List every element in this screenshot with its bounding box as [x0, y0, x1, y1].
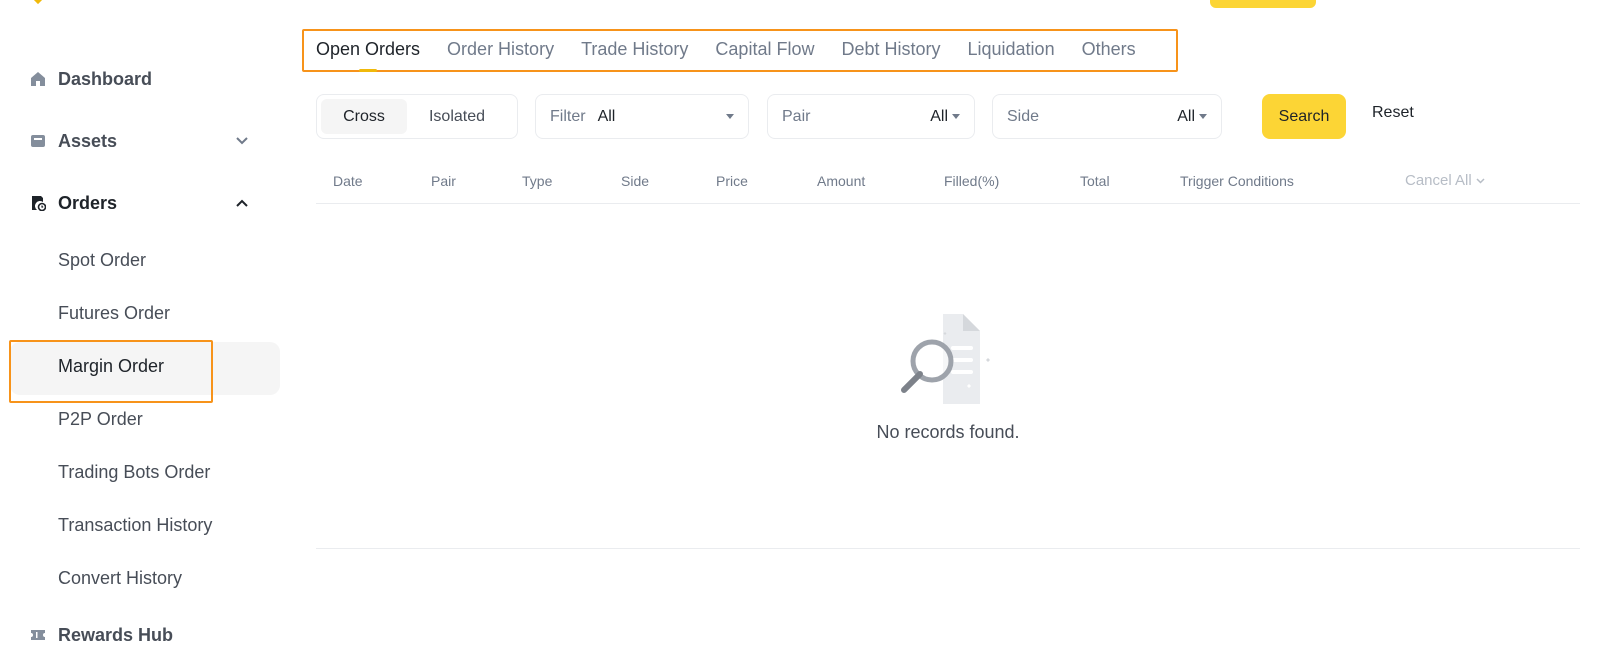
column-header-trigger-conditions: Trigger Conditions — [1180, 173, 1294, 189]
cancel-all-button[interactable]: Cancel All — [1405, 172, 1485, 189]
column-header-filled: Filled(%) — [944, 173, 1000, 189]
chevron-up-icon[interactable] — [234, 195, 250, 211]
tab-liquidation[interactable]: Liquidation — [968, 39, 1055, 60]
wallet-icon — [30, 133, 46, 149]
column-header-pair: Pair — [431, 173, 456, 189]
column-header-total: Total — [1080, 173, 1110, 189]
empty-state: No records found. — [0, 422, 1600, 443]
tab-debt-history[interactable]: Debt History — [841, 39, 940, 60]
caret-down-icon — [1199, 114, 1207, 119]
caret-down-icon — [952, 114, 960, 119]
chevron-down-icon[interactable] — [234, 133, 250, 149]
column-header-date: Date — [333, 173, 363, 189]
sidebar-subitem-spot-order[interactable]: Spot Order — [58, 240, 146, 280]
no-records-text: No records found. — [876, 422, 1020, 442]
column-header-amount: Amount — [817, 173, 866, 189]
top-header-button[interactable] — [1210, 0, 1316, 8]
no-records-icon — [901, 314, 990, 404]
tab-others[interactable]: Others — [1082, 39, 1136, 60]
isolated-toggle[interactable]: Isolated — [407, 99, 507, 134]
sidebar-subitem-trading-bots-order[interactable]: Trading Bots Order — [58, 452, 210, 492]
sidebar-item-rewards-hub[interactable]: Rewards Hub — [30, 613, 250, 657]
reset-button[interactable]: Reset — [1372, 104, 1414, 122]
tab-order-history[interactable]: Order History — [447, 39, 554, 60]
sidebar-item-label: Rewards Hub — [58, 624, 174, 645]
filter-label: Filter — [550, 107, 586, 125]
chevron-down-icon — [1476, 177, 1485, 184]
tab-capital-flow[interactable]: Capital Flow — [715, 39, 814, 60]
side-select[interactable]: Side All — [992, 94, 1222, 139]
filter-value: All — [597, 107, 616, 125]
sidebar-item-label: Orders — [58, 192, 118, 213]
pair-value: All — [930, 107, 948, 125]
cancel-all-label: Cancel All — [1405, 172, 1472, 189]
filter-select[interactable]: Filter All — [535, 94, 749, 139]
column-header-type: Type — [522, 173, 553, 189]
caret-down-icon — [726, 114, 734, 119]
tab-open-orders[interactable]: Open Orders — [316, 39, 420, 72]
sidebar-item-assets[interactable]: Assets — [30, 119, 250, 163]
table-bottom-divider — [316, 548, 1580, 549]
sidebar-item-label: Assets — [58, 130, 118, 151]
ticket-icon — [30, 627, 46, 643]
home-icon — [30, 71, 46, 87]
sidebar-subitem-futures-order[interactable]: Futures Order — [58, 293, 170, 333]
sidebar-item-orders[interactable]: Orders — [30, 181, 250, 225]
sidebar-item-label: Dashboard — [58, 68, 153, 89]
column-header-price: Price — [716, 173, 748, 189]
sidebar: Dashboard Assets Orders Spot Order Futur… — [0, 0, 290, 666]
column-header-side: Side — [621, 173, 650, 189]
side-label: Side — [1007, 107, 1040, 125]
sidebar-item-dashboard[interactable]: Dashboard — [30, 57, 250, 101]
orders-icon — [30, 195, 46, 211]
side-value: All — [1177, 107, 1195, 125]
order-tabs: Open Orders Order History Trade History … — [316, 32, 1136, 72]
pair-select[interactable]: Pair All — [767, 94, 975, 139]
pair-label: Pair — [782, 107, 811, 125]
sidebar-subitem-transaction-history[interactable]: Transaction History — [58, 505, 212, 545]
tab-trade-history[interactable]: Trade History — [581, 39, 688, 60]
sidebar-subitem-margin-order[interactable]: Margin Order — [58, 346, 164, 386]
cross-toggle[interactable]: Cross — [321, 99, 407, 134]
margin-mode-toggle: Cross Isolated — [316, 94, 518, 139]
table-header: Date Pair Type Side Price Amount Filled(… — [316, 168, 1580, 204]
sidebar-subitem-convert-history[interactable]: Convert History — [58, 558, 182, 598]
search-button[interactable]: Search — [1262, 94, 1346, 139]
